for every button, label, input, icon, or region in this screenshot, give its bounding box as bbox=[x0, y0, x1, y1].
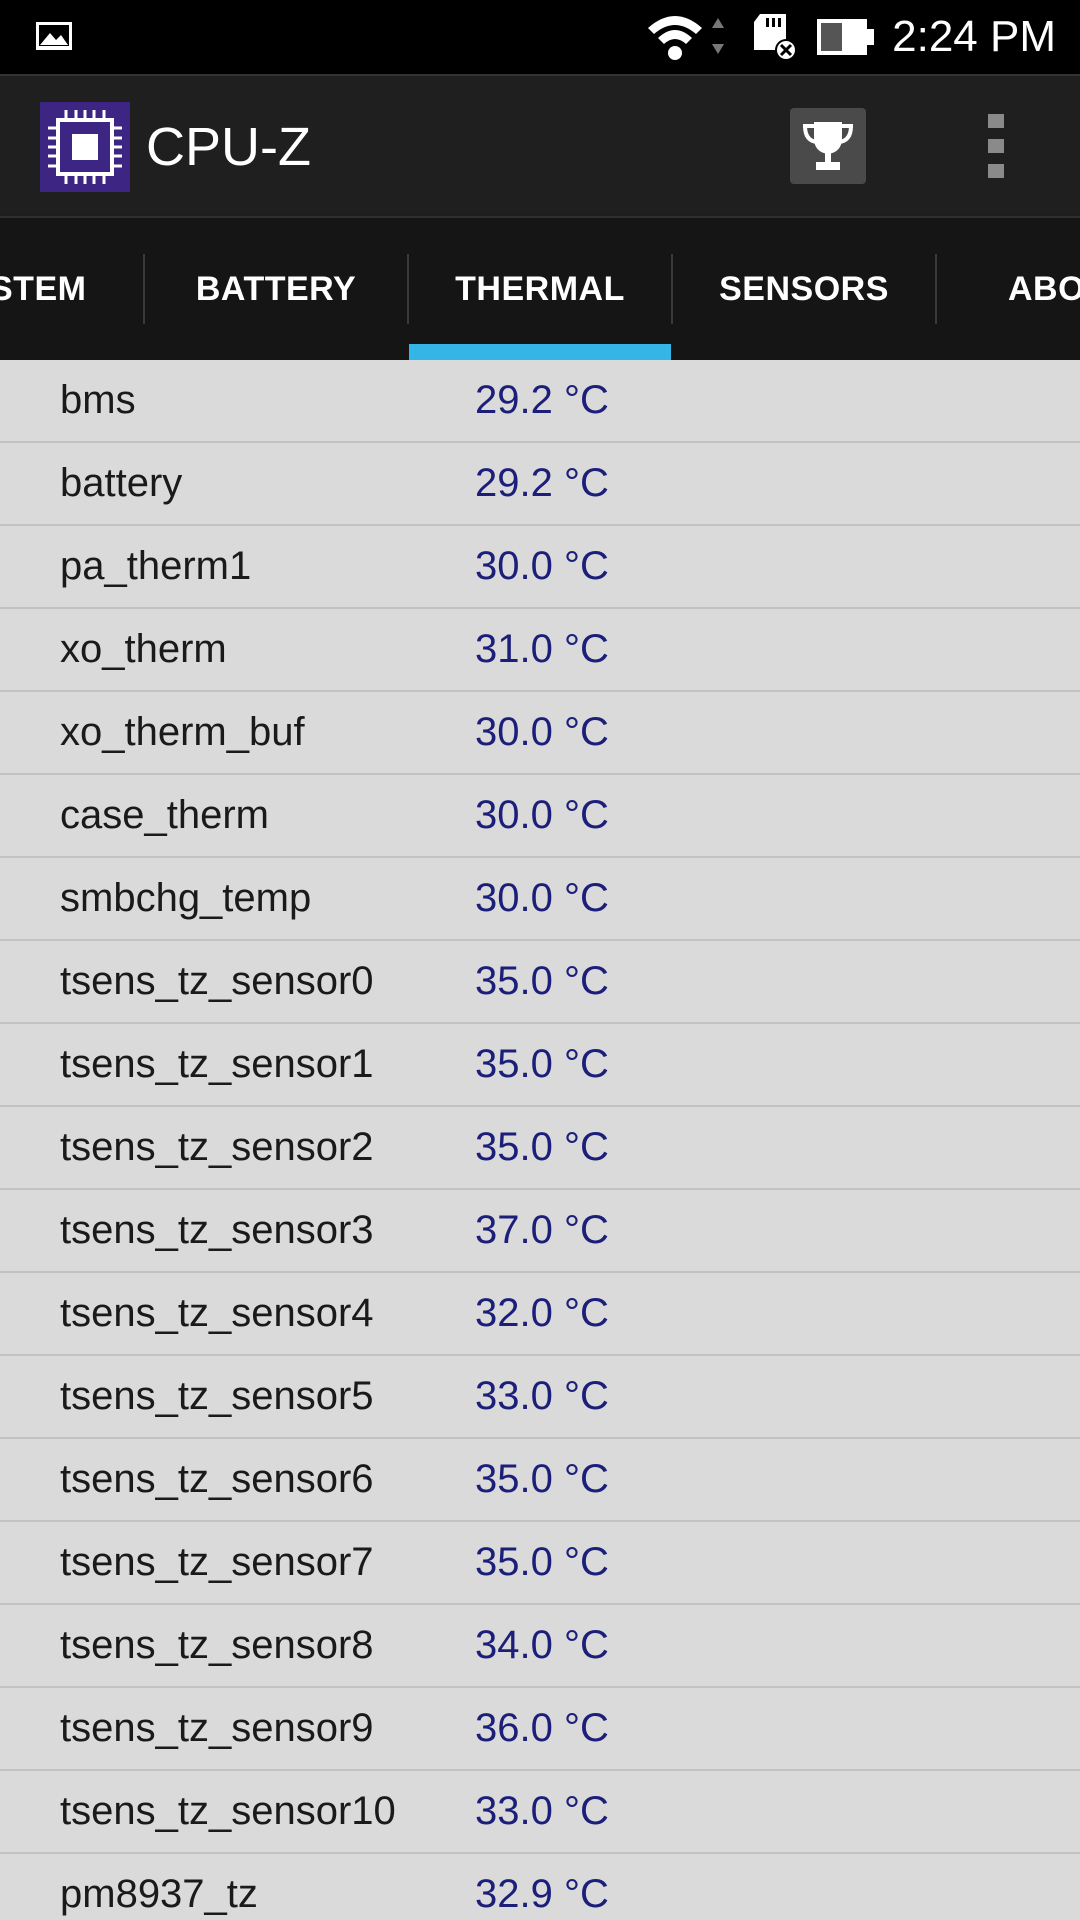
sensor-row: bms 29.2 °C bbox=[0, 360, 1080, 443]
sensor-row: tsens_tz_sensor3 37.0 °C bbox=[0, 1190, 1080, 1273]
tab-thermal[interactable]: THERMAL bbox=[409, 218, 671, 360]
selected-tab-indicator bbox=[409, 344, 671, 360]
cpu-chip-icon bbox=[40, 102, 130, 192]
tab-strip: STEM BATTERY THERMAL SENSORS ABO bbox=[0, 216, 1080, 360]
sensor-row: tsens_tz_sensor2 35.0 °C bbox=[0, 1107, 1080, 1190]
sensor-row: tsens_tz_sensor8 34.0 °C bbox=[0, 1605, 1080, 1688]
screen: 2:24 PM CPU-Z STEM BATTERY THERMAL SENSO… bbox=[0, 0, 1080, 1920]
sensor-temperature: 35.0 °C bbox=[475, 1042, 609, 1086]
sensor-name: pm8937_tz bbox=[60, 1872, 258, 1916]
battery-icon bbox=[817, 19, 874, 55]
thermal-sensor-list[interactable]: bms 29.2 °C battery 29.2 °C pa_therm1 30.0 … bbox=[0, 360, 1080, 1920]
sensor-row: xo_therm_buf 30.0 °C bbox=[0, 692, 1080, 775]
sensor-name: smbchg_temp bbox=[60, 876, 312, 920]
sensor-temperature: 29.2 °C bbox=[475, 378, 609, 422]
sensor-temperature: 33.0 °C bbox=[475, 1374, 609, 1418]
sensor-name: tsens_tz_sensor2 bbox=[60, 1125, 374, 1169]
sensor-row: tsens_tz_sensor6 35.0 °C bbox=[0, 1439, 1080, 1522]
sd-card-error-icon bbox=[754, 14, 797, 61]
tab-divider bbox=[935, 254, 937, 324]
trophy-icon bbox=[802, 122, 854, 170]
app-title: CPU-Z bbox=[146, 117, 311, 177]
sensor-name: bms bbox=[60, 378, 136, 422]
tab-battery[interactable]: BATTERY bbox=[145, 218, 407, 360]
sensor-name: battery bbox=[60, 461, 183, 505]
sensor-row: tsens_tz_sensor1 35.0 °C bbox=[0, 1024, 1080, 1107]
sensor-temperature: 35.0 °C bbox=[475, 1125, 609, 1169]
sensor-name: tsens_tz_sensor4 bbox=[60, 1291, 374, 1335]
sensor-row: xo_therm 31.0 °C bbox=[0, 609, 1080, 692]
sensor-temperature: 33.0 °C bbox=[475, 1789, 609, 1833]
sensor-row: tsens_tz_sensor10 33.0 °C bbox=[0, 1771, 1080, 1854]
tab-system[interactable]: STEM bbox=[0, 218, 98, 360]
status-bar: 2:24 PM bbox=[0, 0, 1080, 74]
sensor-name: xo_therm bbox=[60, 627, 227, 671]
sensor-row: tsens_tz_sensor4 32.0 °C bbox=[0, 1273, 1080, 1356]
sensor-row: smbchg_temp 30.0 °C bbox=[0, 858, 1080, 941]
sensor-row: tsens_tz_sensor7 35.0 °C bbox=[0, 1522, 1080, 1605]
sensor-name: case_therm bbox=[60, 793, 269, 837]
sensor-row: case_therm 30.0 °C bbox=[0, 775, 1080, 858]
sensor-name: tsens_tz_sensor10 bbox=[60, 1789, 396, 1833]
tab-sensors[interactable]: SENSORS bbox=[673, 218, 935, 360]
sensor-temperature: 35.0 °C bbox=[475, 1457, 609, 1501]
sensor-temperature: 30.0 °C bbox=[475, 544, 609, 588]
status-clock: 2:24 PM bbox=[892, 12, 1056, 61]
sensor-temperature: 35.0 °C bbox=[475, 959, 609, 1003]
tab-about[interactable]: ABO bbox=[1008, 218, 1080, 360]
sensor-temperature: 32.0 °C bbox=[475, 1291, 609, 1335]
sensor-temperature: 31.0 °C bbox=[475, 627, 609, 671]
sensor-name: tsens_tz_sensor6 bbox=[60, 1457, 374, 1501]
sensor-temperature: 34.0 °C bbox=[475, 1623, 609, 1667]
sensor-temperature: 30.0 °C bbox=[475, 793, 609, 837]
sensor-name: tsens_tz_sensor8 bbox=[60, 1623, 374, 1667]
sensor-temperature: 36.0 °C bbox=[475, 1706, 609, 1750]
overflow-menu-icon[interactable] bbox=[972, 106, 1020, 186]
sensor-temperature: 35.0 °C bbox=[475, 1540, 609, 1584]
sensor-name: tsens_tz_sensor3 bbox=[60, 1208, 374, 1252]
app-bar: CPU-Z bbox=[0, 74, 1080, 216]
trophy-button[interactable] bbox=[790, 108, 866, 184]
sensor-temperature: 37.0 °C bbox=[475, 1208, 609, 1252]
sensor-name: tsens_tz_sensor5 bbox=[60, 1374, 374, 1418]
sensor-row: battery 29.2 °C bbox=[0, 443, 1080, 526]
gallery-icon bbox=[36, 22, 72, 50]
sensor-name: xo_therm_buf bbox=[60, 710, 305, 754]
sensor-row: tsens_tz_sensor9 36.0 °C bbox=[0, 1688, 1080, 1771]
sensor-temperature: 29.2 °C bbox=[475, 461, 609, 505]
sensor-temperature: 32.9 °C bbox=[475, 1872, 609, 1916]
sensor-temperature: 30.0 °C bbox=[475, 710, 609, 754]
sensor-row: pa_therm1 30.0 °C bbox=[0, 526, 1080, 609]
wifi-icon bbox=[648, 16, 724, 60]
sensor-name: tsens_tz_sensor7 bbox=[60, 1540, 374, 1584]
sensor-name: tsens_tz_sensor9 bbox=[60, 1706, 374, 1750]
sensor-row: pm8937_tz 32.9 °C bbox=[0, 1854, 1080, 1920]
sensor-temperature: 30.0 °C bbox=[475, 876, 609, 920]
sensor-row: tsens_tz_sensor5 33.0 °C bbox=[0, 1356, 1080, 1439]
sensor-row: tsens_tz_sensor0 35.0 °C bbox=[0, 941, 1080, 1024]
sensor-name: pa_therm1 bbox=[60, 544, 252, 588]
sensor-name: tsens_tz_sensor1 bbox=[60, 1042, 374, 1086]
sensor-name: tsens_tz_sensor0 bbox=[60, 959, 374, 1003]
